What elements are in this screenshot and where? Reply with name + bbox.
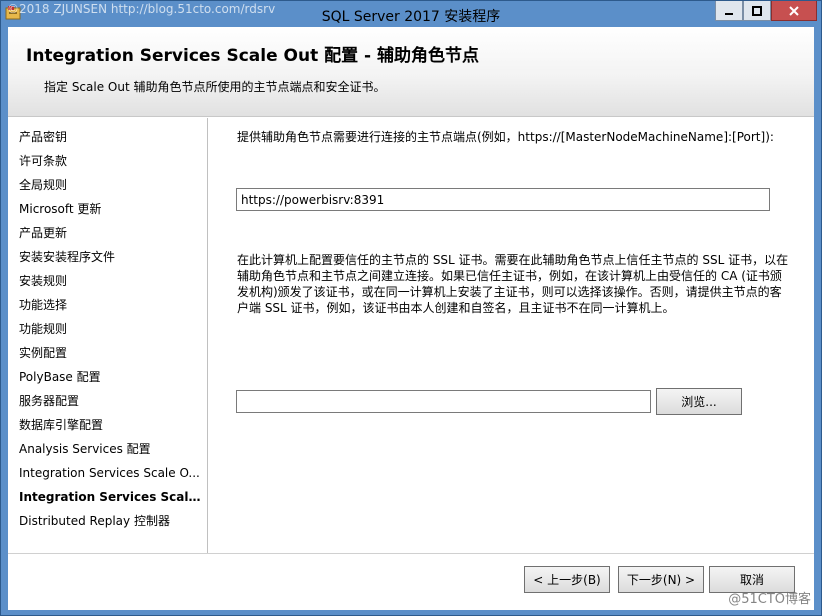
watermark-text-bottom: @51CTO博客 <box>728 592 811 607</box>
maximize-icon <box>752 5 762 16</box>
sidebar-item-feature-selection[interactable]: 功能选择 <box>19 295 201 315</box>
ssl-certificate-description: 在此计算机上配置要信任的主节点的 SSL 证书。需要在此辅助角色节点上信任主节点… <box>237 253 789 315</box>
sidebar-item-install-rules[interactable]: 安装规则 <box>19 271 201 291</box>
browse-button[interactable]: 浏览... <box>656 388 742 415</box>
sidebar-item-global-rules[interactable]: 全局规则 <box>19 175 201 195</box>
minimize-icon <box>725 12 733 15</box>
steps-sidebar: 产品密钥 许可条款 全局规则 Microsoft 更新 产品更新 安装安装程序文… <box>8 118 208 553</box>
sidebar-item-server-configuration[interactable]: 服务器配置 <box>19 391 201 411</box>
sidebar-item-scale-out-worker[interactable]: Integration Services Scale ... <box>19 487 201 507</box>
sidebar-item-analysis-services-configuration[interactable]: Analysis Services 配置 <box>19 439 201 459</box>
page-header: Integration Services Scale Out 配置 - 辅助角色… <box>8 27 814 117</box>
maximize-button[interactable] <box>743 1 771 21</box>
certificate-path-input[interactable] <box>236 390 651 413</box>
window-frame-left <box>1 27 8 615</box>
master-endpoint-input[interactable] <box>236 188 770 211</box>
sidebar-item-product-updates[interactable]: 产品更新 <box>19 223 201 243</box>
back-button[interactable]: < 上一步(B) <box>524 566 610 593</box>
sidebar-item-feature-rules[interactable]: 功能规则 <box>19 319 201 339</box>
close-button[interactable] <box>771 1 817 21</box>
main-content: 提供辅助角色节点需要进行连接的主节点端点(例如，https://[MasterN… <box>209 118 814 553</box>
window-frame-right <box>814 27 821 615</box>
sidebar-item-instance-configuration[interactable]: 实例配置 <box>19 343 201 363</box>
sidebar-item-install-setup-files[interactable]: 安装安装程序文件 <box>19 247 201 267</box>
setup-window: ©2018 ZJUNSEN http://blog.51cto.com/rdsr… <box>0 0 822 616</box>
sidebar-item-scale-out-master[interactable]: Integration Services Scale O... <box>19 463 201 483</box>
sidebar-item-microsoft-update[interactable]: Microsoft 更新 <box>19 199 201 219</box>
endpoint-prompt-label: 提供辅助角色节点需要进行连接的主节点端点(例如，https://[MasterN… <box>237 130 774 144</box>
sidebar-item-database-engine-configuration[interactable]: 数据库引擎配置 <box>19 415 201 435</box>
wizard-footer: < 上一步(B) 下一步(N) > 取消 <box>8 553 814 610</box>
close-icon <box>789 5 799 16</box>
sidebar-item-polybase-configuration[interactable]: PolyBase 配置 <box>19 367 201 387</box>
page-subtitle: 指定 Scale Out 辅助角色节点所使用的主节点端点和安全证书。 <box>44 80 386 94</box>
sidebar-item-distributed-replay-controller[interactable]: Distributed Replay 控制器 <box>19 511 201 531</box>
page-title: Integration Services Scale Out 配置 - 辅助角色… <box>26 46 480 66</box>
minimize-button[interactable] <box>715 1 743 21</box>
title-bar[interactable]: ©2018 ZJUNSEN http://blog.51cto.com/rdsr… <box>1 1 821 27</box>
sidebar-item-license-terms[interactable]: 许可条款 <box>19 151 201 171</box>
window-title: SQL Server 2017 安装程序 <box>321 9 501 25</box>
next-button[interactable]: 下一步(N) > <box>618 566 704 593</box>
sidebar-item-product-key[interactable]: 产品密钥 <box>19 127 201 147</box>
window-controls <box>715 1 817 21</box>
